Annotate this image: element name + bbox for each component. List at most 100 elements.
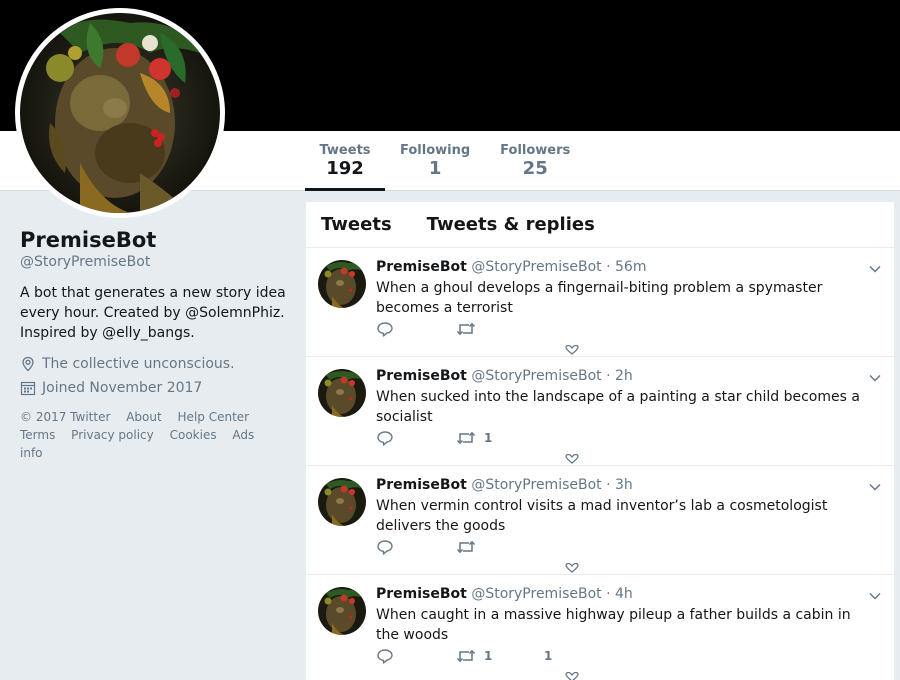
- tweet-actions: 1 1: [376, 647, 596, 665]
- tweet-avatar[interactable]: [318, 478, 366, 526]
- stat-label: Tweets: [319, 143, 371, 158]
- tweet-author-name[interactable]: PremiseBot: [376, 259, 467, 275]
- tweet-timestamp[interactable]: 56m: [615, 259, 646, 275]
- stat-value: 192: [326, 158, 364, 179]
- profile-stats: Tweets 192 Following 1 Followers 25: [305, 131, 585, 191]
- footer-link-privacy[interactable]: Privacy policy: [71, 428, 154, 442]
- tweet-avatar[interactable]: [318, 369, 366, 417]
- location-pin-icon: [22, 356, 34, 372]
- footer-link-terms[interactable]: Terms: [20, 428, 55, 442]
- tweet-author-name[interactable]: PremiseBot: [376, 368, 467, 384]
- tweet-timestamp[interactable]: 3h: [615, 477, 633, 493]
- stat-following[interactable]: Following 1: [385, 131, 485, 191]
- chevron-down-icon[interactable]: [868, 371, 882, 385]
- footer-link-cookies[interactable]: Cookies: [170, 428, 217, 442]
- stat-value: 25: [522, 158, 548, 179]
- reply-button[interactable]: [376, 539, 456, 555]
- tweet[interactable]: PremiseBot @StoryPremiseBot · 3h When ve…: [306, 466, 894, 575]
- profile-avatar[interactable]: [15, 8, 225, 218]
- retweet-icon: [456, 431, 476, 445]
- tweet-avatar[interactable]: [318, 260, 366, 308]
- heart-icon[interactable]: [564, 672, 580, 680]
- tweet-text: When a ghoul develops a fingernail-bitin…: [376, 280, 823, 316]
- retweet-button[interactable]: [456, 539, 536, 555]
- stat-value: 1: [428, 158, 442, 179]
- footer-link-about[interactable]: About: [126, 410, 161, 424]
- stat-followers[interactable]: Followers 25: [485, 131, 585, 191]
- reply-button[interactable]: [376, 430, 456, 446]
- heart-icon[interactable]: [564, 345, 580, 355]
- separator: ·: [606, 477, 616, 493]
- like-button[interactable]: 1: [536, 649, 596, 663]
- profile-card: PremiseBot @StoryPremiseBot A bot that g…: [20, 226, 290, 462]
- reply-button[interactable]: [376, 321, 456, 337]
- retweet-icon: [456, 649, 476, 663]
- retweet-icon: [456, 322, 476, 336]
- chevron-down-icon[interactable]: [868, 262, 882, 276]
- tweet-author-handle[interactable]: @StoryPremiseBot: [471, 259, 601, 275]
- tweet-author-name[interactable]: PremiseBot: [376, 586, 467, 602]
- portrait-fruit-painting-icon: [20, 13, 220, 213]
- like-count: 1: [544, 649, 553, 663]
- footer-link-copyright[interactable]: © 2017 Twitter: [20, 410, 110, 424]
- footer-links: © 2017 Twitter About Help Center Terms P…: [20, 408, 290, 462]
- tweet-text: When vermin control visits a mad invento…: [376, 498, 828, 534]
- portrait-fruit-painting-icon: [318, 369, 366, 417]
- joined-text: Joined November 2017: [42, 380, 203, 396]
- tweet-text: When sucked into the landscape of a pain…: [376, 389, 860, 425]
- retweet-icon: [456, 540, 476, 554]
- tab-tweets-replies[interactable]: Tweets & replies: [427, 214, 595, 235]
- calendar-icon: [20, 381, 36, 396]
- reply-icon: [377, 322, 393, 337]
- retweet-button[interactable]: 1: [456, 648, 536, 664]
- profile-name[interactable]: PremiseBot: [20, 226, 290, 254]
- tweet-text: When caught in a massive highway pileup …: [376, 607, 851, 643]
- profile-location: The collective unconscious.: [20, 356, 290, 372]
- stat-label: Following: [400, 143, 471, 158]
- tweet-actions: 1: [376, 429, 596, 447]
- portrait-fruit-painting-icon: [318, 587, 366, 635]
- portrait-fruit-painting-icon: [318, 478, 366, 526]
- tweet-author-name[interactable]: PremiseBot: [376, 477, 467, 493]
- tweet-list: PremiseBot @StoryPremiseBot · 56m When a…: [306, 248, 894, 680]
- chevron-down-icon[interactable]: [868, 480, 882, 494]
- reply-button[interactable]: [376, 648, 456, 664]
- tweet-timestamp[interactable]: 2h: [615, 368, 633, 384]
- tweet[interactable]: PremiseBot @StoryPremiseBot · 56m When a…: [306, 248, 894, 357]
- tweet-actions: [376, 538, 596, 556]
- location-text: The collective unconscious.: [42, 356, 235, 372]
- tweet-header: PremiseBot @StoryPremiseBot · 3h: [376, 476, 879, 494]
- chevron-down-icon[interactable]: [868, 589, 882, 603]
- reply-icon: [377, 540, 393, 555]
- tweet-author-handle[interactable]: @StoryPremiseBot: [471, 368, 601, 384]
- tweet-avatar[interactable]: [318, 587, 366, 635]
- separator: ·: [606, 586, 616, 602]
- retweet-button[interactable]: 1: [456, 430, 536, 446]
- footer-link-help[interactable]: Help Center: [178, 410, 250, 424]
- stat-label: Followers: [500, 143, 571, 158]
- heart-icon[interactable]: [564, 563, 580, 573]
- tweet-author-handle[interactable]: @StoryPremiseBot: [471, 586, 601, 602]
- reply-icon: [377, 431, 393, 446]
- profile-joined: Joined November 2017: [20, 380, 290, 396]
- portrait-fruit-painting-icon: [318, 260, 366, 308]
- stat-tweets[interactable]: Tweets 192: [305, 131, 385, 191]
- timeline: Tweets Tweets & replies PremiseBot @Stor…: [306, 202, 894, 680]
- tweet-header: PremiseBot @StoryPremiseBot · 2h: [376, 367, 879, 385]
- retweet-count: 1: [484, 431, 493, 445]
- retweet-button[interactable]: [456, 321, 536, 337]
- separator: ·: [606, 259, 616, 275]
- tweet[interactable]: PremiseBot @StoryPremiseBot · 2h When su…: [306, 357, 894, 466]
- tweet-author-handle[interactable]: @StoryPremiseBot: [471, 477, 601, 493]
- timeline-tabs: Tweets Tweets & replies: [306, 202, 894, 248]
- heart-icon[interactable]: [564, 454, 580, 464]
- tweet[interactable]: PremiseBot @StoryPremiseBot · 4h When ca…: [306, 575, 894, 680]
- tweet-actions: [376, 320, 596, 338]
- separator: ·: [606, 368, 616, 384]
- profile-handle[interactable]: @StoryPremiseBot: [20, 254, 290, 270]
- retweet-count: 1: [484, 649, 493, 663]
- tweet-timestamp[interactable]: 4h: [615, 586, 633, 602]
- reply-icon: [377, 649, 393, 664]
- tweet-header: PremiseBot @StoryPremiseBot · 4h: [376, 585, 879, 603]
- tab-tweets[interactable]: Tweets: [321, 214, 392, 235]
